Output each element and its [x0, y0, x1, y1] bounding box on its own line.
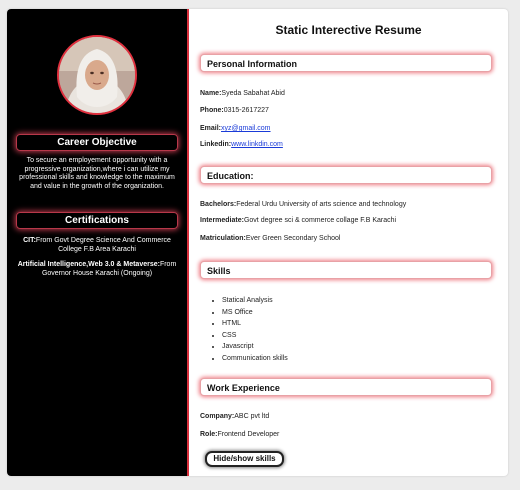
company-row: Company:ABC pvt ltd	[200, 413, 270, 420]
skill-item: CSS	[222, 330, 288, 342]
personal-info-heading: Personal Information	[200, 54, 492, 72]
profile-avatar	[57, 35, 137, 115]
education-item: Bachelors:Federal Urdu University of art…	[200, 201, 407, 208]
skill-item: Statical Analysis	[222, 295, 288, 307]
education-item: Intermediate:Govt degree sci & commerce …	[200, 217, 397, 224]
linkedin-row: Linkedin:www.linkdin.com	[200, 141, 283, 148]
skill-item: Communication skills	[222, 353, 288, 365]
certification-item: CIT:From Govt Degree Science And Commerc…	[23, 237, 171, 253]
page-title: Static Interective Resume	[275, 23, 422, 37]
sidebar: Career Objective To secure an employemen…	[7, 9, 189, 476]
main-content: Static Interective Resume Personal Infor…	[189, 9, 508, 476]
skills-list: Statical Analysis MS Office HTML CSS Jav…	[200, 295, 288, 365]
education-heading: Education:	[200, 166, 492, 184]
resume-card: Career Objective To secure an employemen…	[7, 9, 508, 476]
toggle-skills-button[interactable]: Hide/show skills	[205, 451, 284, 467]
work-experience-heading: Work Experience	[200, 378, 492, 396]
email-link[interactable]: xyz@gmail.com	[221, 125, 271, 132]
phone-row: Phone:0315-2617227	[200, 107, 269, 114]
skill-item: Javascript	[222, 341, 288, 353]
name-row: Name:Syeda Sabahat Abid	[200, 90, 285, 97]
skills-heading: Skills	[200, 261, 492, 279]
education-item: Matriculation:Ever Green Secondary Schoo…	[200, 235, 341, 242]
email-row: Email:xyz@gmail.com	[200, 125, 271, 132]
career-objective-text: To secure an employement opportunity wit…	[19, 157, 175, 190]
career-objective-heading: Career Objective	[16, 134, 178, 151]
role-row: Role:Frontend Developer	[200, 431, 280, 438]
skill-item: MS Office	[222, 307, 288, 319]
certifications-heading: Certifications	[16, 212, 178, 229]
certification-item: Artificial Intelligence,Web 3.0 & Metave…	[17, 261, 177, 277]
skill-item: HTML	[222, 318, 288, 330]
linkedin-link[interactable]: www.linkdin.com	[231, 141, 283, 148]
